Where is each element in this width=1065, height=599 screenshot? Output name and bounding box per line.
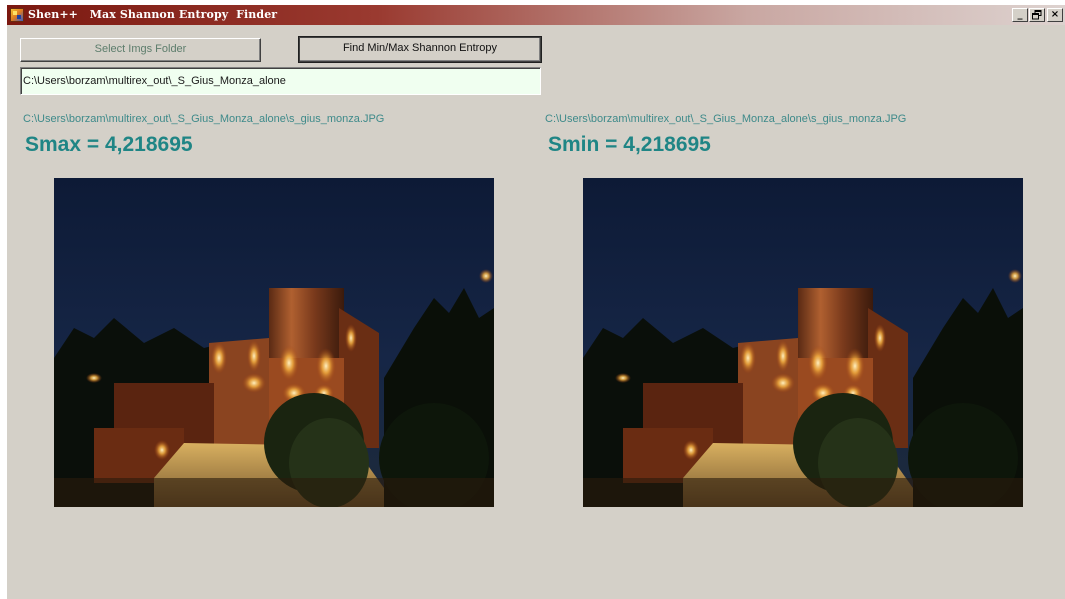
- minimize-button[interactable]: _: [1012, 8, 1028, 22]
- select-folder-button[interactable]: Select Imgs Folder: [20, 38, 261, 62]
- night-building-photo: [54, 178, 494, 507]
- close-icon: ×: [1050, 9, 1060, 20]
- folder-path-input[interactable]: [20, 67, 541, 95]
- night-building-photo: [583, 178, 1023, 507]
- restore-button[interactable]: [1029, 8, 1045, 22]
- min-entropy-image: [583, 178, 1023, 507]
- minimize-icon: _: [1017, 9, 1023, 20]
- max-entropy-value: Smax = 4,218695: [25, 133, 193, 156]
- title-bar[interactable]: Shen++ Max Shannon Entropy Finder _ ×: [7, 5, 1065, 25]
- restore-icon: [1032, 10, 1042, 20]
- window-title: Shen++ Max Shannon Entropy Finder: [28, 8, 278, 21]
- app-window: Shen++ Max Shannon Entropy Finder _ × Se…: [7, 5, 1065, 599]
- max-image-path: C:\Users\borzam\multirex_out\_S_Gius_Mon…: [23, 113, 385, 125]
- app-icon[interactable]: [10, 8, 24, 22]
- min-image-path: C:\Users\borzam\multirex_out\_S_Gius_Mon…: [545, 113, 907, 125]
- close-button[interactable]: ×: [1047, 8, 1063, 22]
- min-entropy-value: Smin = 4,218695: [548, 133, 711, 156]
- max-entropy-image: [54, 178, 494, 507]
- find-entropy-button[interactable]: Find Min/Max Shannon Entropy: [298, 36, 542, 63]
